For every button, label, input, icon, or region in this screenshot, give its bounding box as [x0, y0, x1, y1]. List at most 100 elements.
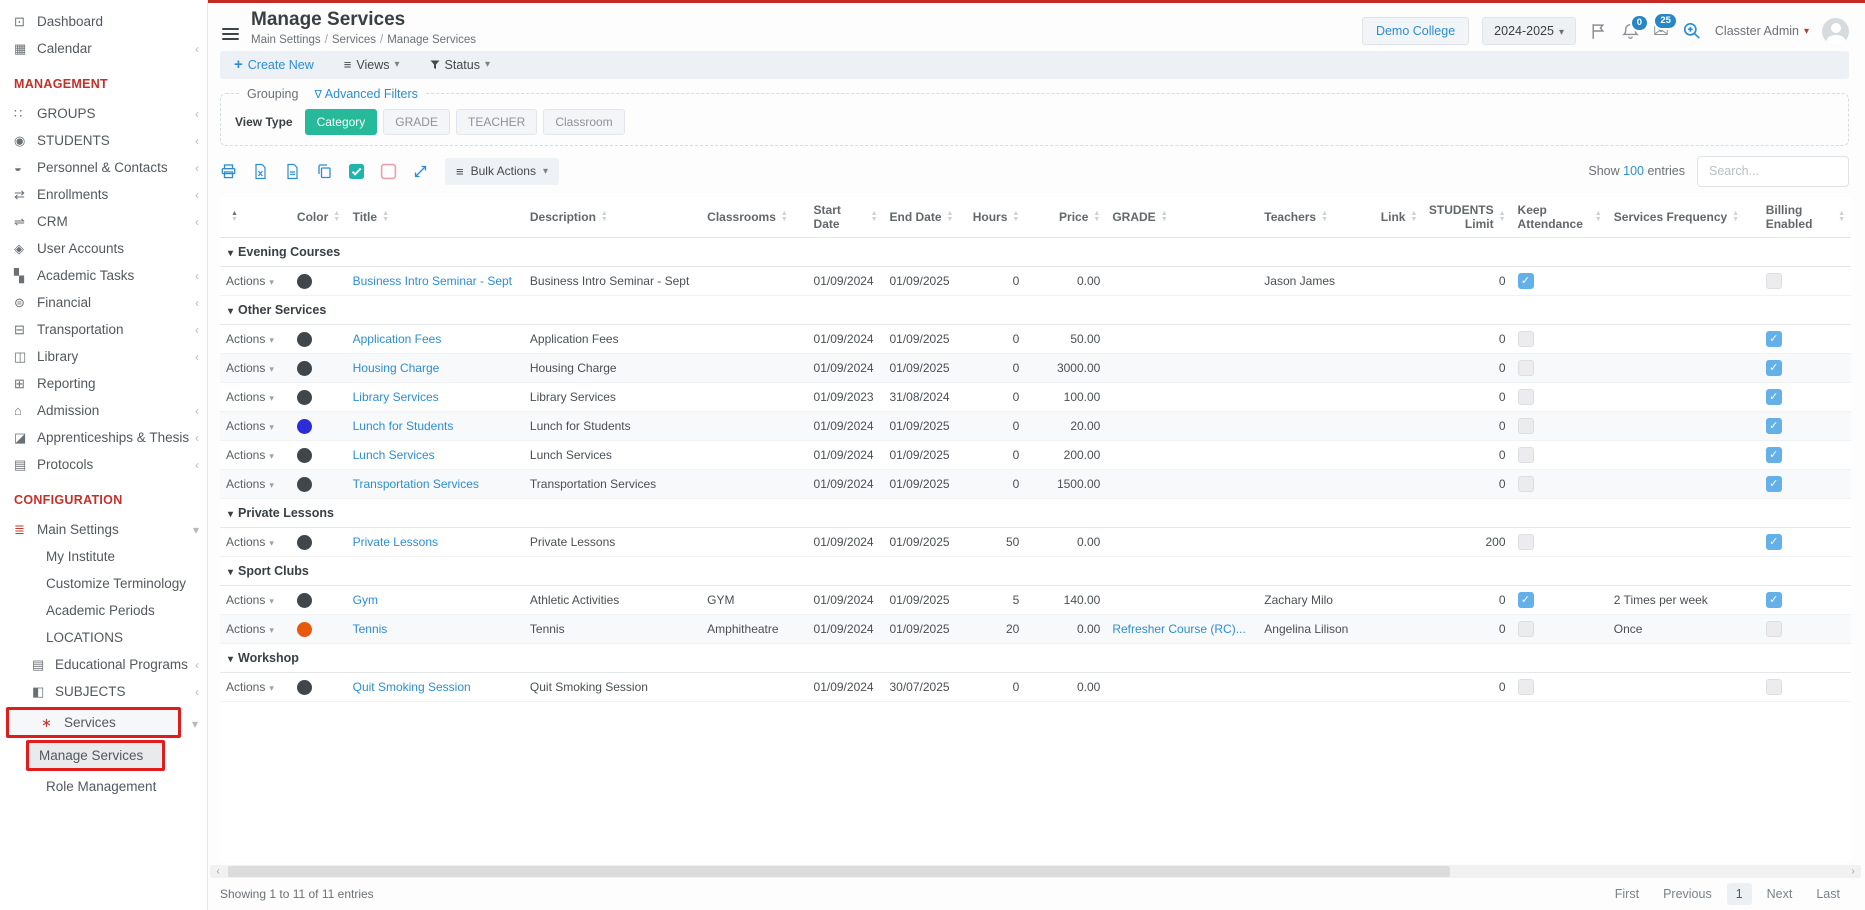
sidebar-item-protocols[interactable]: ▤Protocols‹	[0, 451, 207, 478]
keep-attendance-checkbox[interactable]	[1518, 389, 1534, 405]
sidebar-item-calendar[interactable]: ▦Calendar‹	[0, 35, 207, 62]
billing-enabled-checkbox[interactable]: ✓	[1766, 447, 1782, 463]
keep-attendance-checkbox[interactable]: ✓	[1518, 273, 1534, 289]
sort-arrows-icon[interactable]: ▲▼	[781, 211, 788, 222]
horizontal-scrollbar[interactable]: ‹ ›	[210, 865, 1861, 878]
billing-enabled-checkbox[interactable]: ✓	[1766, 592, 1782, 608]
sidebar-item-services[interactable]: ∗Services▾	[6, 707, 181, 738]
title-link[interactable]: Housing Charge	[353, 361, 440, 375]
title-link[interactable]: Gym	[353, 593, 378, 607]
pagination-previous[interactable]: Previous	[1654, 883, 1721, 905]
sidebar-item-groups[interactable]: ∷GROUPS‹	[0, 100, 207, 127]
column-header-title[interactable]: Title▲▼	[347, 197, 524, 238]
sort-arrows-icon[interactable]: ▲▼	[871, 211, 878, 222]
sidebar-item-academic-periods[interactable]: Academic Periods	[0, 597, 207, 624]
column-header-description[interactable]: Description▲▼	[524, 197, 701, 238]
pagination-1[interactable]: 1	[1727, 883, 1752, 905]
sidebar-item-personnel-contacts[interactable]: ◒Personnel & Contacts‹	[0, 154, 207, 181]
group-header-other-services[interactable]: ▾Other Services	[220, 295, 1851, 324]
title-link[interactable]: Lunch Services	[353, 448, 435, 462]
sort-arrows-icon[interactable]: ▲▼	[333, 211, 340, 222]
actions-button[interactable]: Actions▾	[226, 680, 274, 694]
deselect-all-icon[interactable]	[380, 163, 397, 180]
billing-enabled-checkbox[interactable]: ✓	[1766, 476, 1782, 492]
column-header-start-date[interactable]: Start Date▲▼	[808, 197, 884, 238]
create-new-button[interactable]: +Create New	[234, 56, 314, 73]
actions-button[interactable]: Actions▾	[226, 332, 274, 346]
title-link[interactable]: Library Services	[353, 390, 439, 404]
billing-enabled-checkbox[interactable]: ✓	[1766, 389, 1782, 405]
column-header-classrooms[interactable]: Classrooms▲▼	[701, 197, 807, 238]
breadcrumb-item[interactable]: Manage Services	[387, 34, 476, 46]
sort-arrows-icon[interactable]: ▲▼	[1732, 211, 1739, 222]
column-header-end-date[interactable]: End Date▲▼	[884, 197, 965, 238]
school-year-dropdown[interactable]: 2024-2025▾	[1482, 17, 1576, 45]
search-input[interactable]	[1697, 156, 1849, 187]
sort-arrows-icon[interactable]: ▲▼	[1093, 211, 1100, 222]
breadcrumb-item[interactable]: Main Settings	[251, 34, 321, 46]
keep-attendance-checkbox[interactable]	[1518, 447, 1534, 463]
view-type-category[interactable]: Category	[305, 109, 378, 135]
sidebar-item-reporting[interactable]: ⊞Reporting	[0, 370, 207, 397]
sidebar-item-dashboard[interactable]: ⊡Dashboard	[0, 8, 207, 35]
actions-button[interactable]: Actions▾	[226, 448, 274, 462]
column-header-link[interactable]: Link▲▼	[1375, 197, 1426, 238]
column-header-hours[interactable]: Hours▲▼	[965, 197, 1026, 238]
column-header-students-limit[interactable]: STUDENTS Limit▲▼	[1425, 197, 1511, 238]
sidebar-item-library[interactable]: ◫Library‹	[0, 343, 207, 370]
billing-enabled-checkbox[interactable]	[1766, 273, 1782, 289]
billing-enabled-checkbox[interactable]: ✓	[1766, 331, 1782, 347]
scroll-left-icon[interactable]: ‹	[210, 865, 226, 878]
sort-arrows-icon[interactable]: ▲▼	[601, 211, 608, 222]
group-header-private-lessons[interactable]: ▾Private Lessons	[220, 498, 1851, 527]
title-link[interactable]: Private Lessons	[353, 535, 438, 549]
pagination-next[interactable]: Next	[1758, 883, 1802, 905]
messages-mail-icon[interactable]: ✉ 25	[1653, 20, 1669, 43]
billing-enabled-checkbox[interactable]: ✓	[1766, 360, 1782, 376]
sort-arrows-icon[interactable]: ▲▼	[947, 211, 954, 222]
sort-arrows-icon[interactable]: ▲▼	[231, 211, 238, 222]
sidebar-item-transportation[interactable]: ⊟Transportation‹	[0, 316, 207, 343]
sidebar-item-academic-tasks[interactable]: ▚Academic Tasks‹	[0, 262, 207, 289]
column-header-keep-attendance[interactable]: Keep Attendance▲▼	[1512, 197, 1608, 238]
bulk-actions-dropdown[interactable]: ≡Bulk Actions▾	[445, 158, 559, 185]
keep-attendance-checkbox[interactable]	[1518, 331, 1534, 347]
sort-arrows-icon[interactable]: ▲▼	[1595, 211, 1602, 222]
pagination-last[interactable]: Last	[1807, 883, 1849, 905]
sort-arrows-icon[interactable]: ▲▼	[1012, 211, 1019, 222]
column-header-color[interactable]: Color▲▼	[291, 197, 347, 238]
copy-icon[interactable]	[316, 163, 333, 180]
group-header-sport-clubs[interactable]: ▾Sport Clubs	[220, 556, 1851, 585]
sidebar-item-locations[interactable]: LOCATIONS	[0, 624, 207, 651]
keep-attendance-checkbox[interactable]	[1518, 418, 1534, 434]
sidebar-item-my-institute[interactable]: My Institute	[0, 543, 207, 570]
sort-arrows-icon[interactable]: ▲▼	[1321, 211, 1328, 222]
sidebar-item-subjects[interactable]: ◧SUBJECTS‹	[0, 678, 207, 705]
scrollbar-thumb[interactable]	[228, 866, 1450, 877]
sidebar-item-user-accounts[interactable]: ◈User Accounts	[0, 235, 207, 262]
sidebar-item-admission[interactable]: ⌂Admission‹	[0, 397, 207, 424]
flag-icon[interactable]	[1589, 22, 1608, 41]
actions-button[interactable]: Actions▾	[226, 535, 274, 549]
actions-button[interactable]: Actions▾	[226, 419, 274, 433]
sidebar-item-manage-services[interactable]: Manage Services	[26, 740, 165, 771]
actions-button[interactable]: Actions▾	[226, 622, 274, 636]
actions-button[interactable]: Actions▾	[226, 361, 274, 375]
user-menu[interactable]: Classter Admin ▾	[1715, 24, 1809, 38]
sort-arrows-icon[interactable]: ▲▼	[1838, 211, 1845, 222]
keep-attendance-checkbox[interactable]	[1518, 621, 1534, 637]
sidebar-item-customize-terminology[interactable]: Customize Terminology	[0, 570, 207, 597]
title-link[interactable]: Quit Smoking Session	[353, 680, 471, 694]
column-header-grade[interactable]: GRADE▲▼	[1106, 197, 1258, 238]
menu-toggle-icon[interactable]	[220, 23, 241, 45]
actions-button[interactable]: Actions▾	[226, 593, 274, 607]
view-type-classroom[interactable]: Classroom	[543, 109, 624, 135]
keep-attendance-checkbox[interactable]	[1518, 360, 1534, 376]
column-header-services-frequency[interactable]: Services Frequency▲▼	[1608, 197, 1760, 238]
sidebar-item-apprenticeships-thesis[interactable]: ◪Apprenticeships & Thesis‹	[0, 424, 207, 451]
select-all-checkbox-icon[interactable]	[348, 163, 365, 180]
export-excel-icon[interactable]	[252, 163, 269, 180]
view-type-teacher[interactable]: TEACHER	[456, 109, 537, 135]
views-dropdown[interactable]: ≡Views▾	[344, 57, 400, 72]
sidebar-item-role-management[interactable]: Role Management	[0, 773, 207, 800]
